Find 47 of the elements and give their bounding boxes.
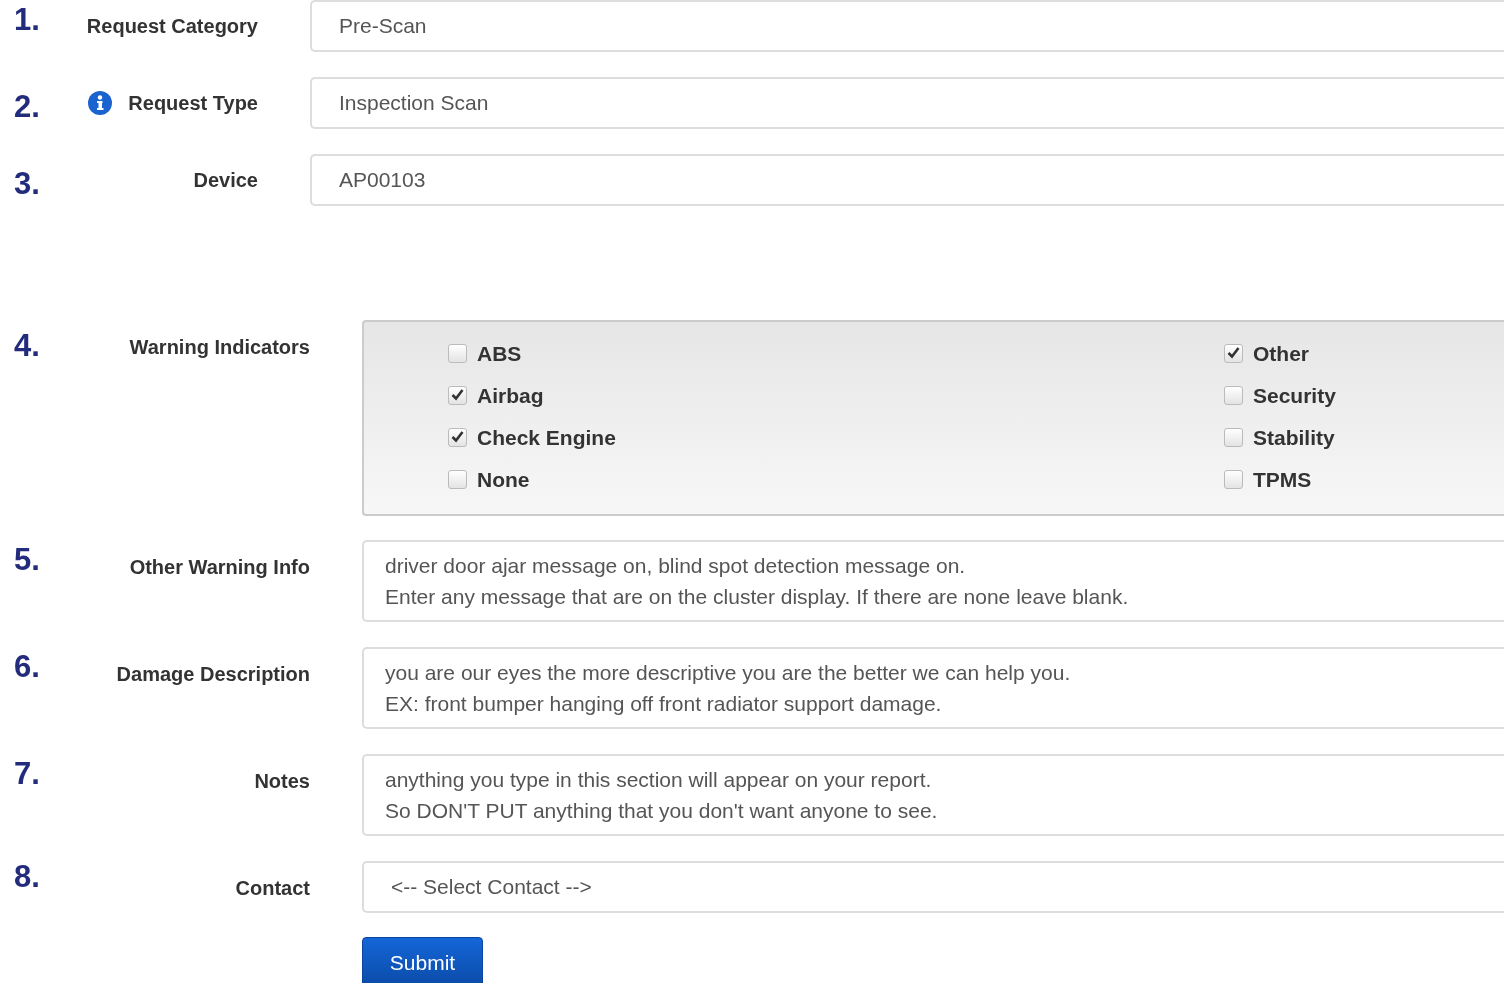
step-number: 6. [14,649,40,684]
field-label: Other Warning Info [129,555,310,580]
checkbox-label: Security [1253,383,1336,409]
step-number: 4. [14,328,40,363]
checkbox[interactable] [448,386,467,405]
text-field[interactable]: Pre-Scan [310,0,1504,52]
checkbox-label: TPMS [1253,467,1312,493]
checkbox-label: None [477,467,530,493]
checkbox[interactable] [448,470,467,489]
step-number: 2. [14,89,40,124]
checkbox[interactable] [448,344,467,363]
checkbox[interactable] [1224,386,1243,405]
checkbox[interactable] [1224,344,1243,363]
step-number: 7. [14,756,40,791]
text-line: anything you type in this section will appear on your report. [385,767,932,793]
checkbox[interactable] [448,428,467,447]
checkbox[interactable] [1224,470,1243,489]
field-label: Device [193,168,258,193]
text-field[interactable]: AP00103 [310,154,1504,206]
checkbox-label: Airbag [477,383,544,409]
field-label: Request Category [86,14,258,39]
text-line: Enter any message that are on the cluster display. If there are none leave blank. [385,584,1129,610]
submit-button[interactable]: Submit [362,937,483,983]
info-icon[interactable] [88,91,113,115]
step-number: 3. [14,166,40,201]
checkbox-label: Other [1253,341,1309,367]
field-label: Notes [254,769,310,794]
select-field[interactable]: <-- Select Contact --> [362,861,1504,913]
text-line: you are our eyes the more descriptive you are the better we can help you. [385,660,1071,686]
text-field[interactable]: Inspection Scan [310,77,1504,129]
text-area[interactable]: driver door ajar message on, blind spot detection message on. Enter any message that are on the cluster display. If there are none leave blank. [362,540,1504,622]
field-label: Contact [235,876,310,901]
text-line: driver door ajar message on, blind spot detection message on. [385,553,966,579]
text-line: So DON'T PUT anything that you don't want anyone to see. [385,798,938,824]
field-label: Warning Indicators [129,335,310,360]
field-label: Request Type [128,91,258,116]
field-label: Damage Description [116,662,310,687]
step-number: 8. [14,859,40,894]
checkbox-label: Check Engine [477,425,616,451]
text-area[interactable]: you are our eyes the more descriptive you are the better we can help you. EX: front bumper hanging off front radiator support damage. [362,647,1504,729]
text-area[interactable]: anything you type in this section will appear on your report. So DON'T PUT anything that you don't want anyone to see. [362,754,1504,836]
checkbox-label: Stability [1253,425,1335,451]
text-line: EX: front bumper hanging off front radiator support damage. [385,691,942,717]
checkbox-label: ABS [477,341,522,367]
checkbox[interactable] [1224,428,1243,447]
step-number: 1. [14,2,40,37]
step-number: 5. [14,542,40,577]
